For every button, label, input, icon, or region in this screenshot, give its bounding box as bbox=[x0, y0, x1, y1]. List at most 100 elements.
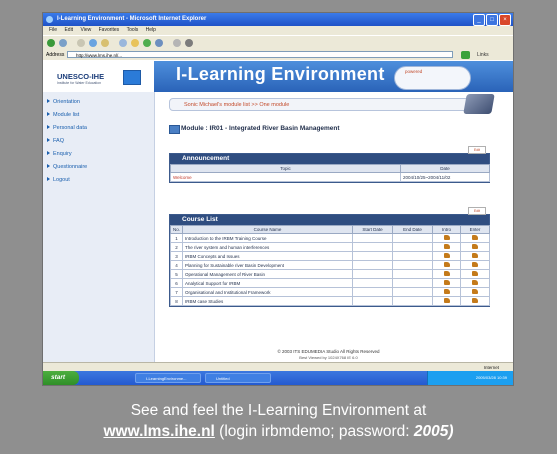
intro-button[interactable] bbox=[432, 296, 461, 306]
table-row[interactable]: Welcome 2004/10/25~2004/11/02 bbox=[170, 172, 490, 182]
enter-button[interactable] bbox=[460, 233, 490, 243]
sidebar-item-module-list[interactable]: Module list bbox=[47, 112, 79, 118]
print-icon[interactable] bbox=[185, 39, 193, 47]
breadcrumb[interactable]: Sonic Michael's module list >> One modul… bbox=[169, 98, 475, 111]
sidebar-item-orientation[interactable]: Orientation bbox=[47, 99, 80, 105]
favorites-icon[interactable] bbox=[131, 39, 139, 47]
window-titlebar[interactable]: I-Learning Environment - Microsoft Inter… bbox=[43, 13, 513, 26]
announcement-table: Topic Date Welcome 2004/10/25~2004/11/02 bbox=[170, 164, 490, 182]
course-name: The river system and human interferences bbox=[182, 242, 353, 252]
address-label: Address bbox=[46, 52, 65, 58]
course-name: Planning for Sustainable river Basin Dev… bbox=[182, 260, 353, 270]
caption-url-link[interactable]: www.lms.ihe.nl bbox=[103, 423, 214, 440]
intro-button[interactable] bbox=[432, 278, 461, 288]
arrow-icon bbox=[47, 151, 50, 155]
enter-button[interactable] bbox=[460, 296, 490, 306]
column-header-enter: Enter bbox=[460, 225, 490, 234]
footprint-icon bbox=[472, 253, 478, 258]
header-badge-text: powered bbox=[405, 69, 423, 74]
table-row: 7 Organisational and Institutional Frame… bbox=[170, 287, 490, 297]
announcement-topic[interactable]: Welcome bbox=[170, 172, 401, 182]
start-button[interactable]: start bbox=[43, 371, 79, 385]
sidebar-item-enquiry[interactable]: Enquiry bbox=[47, 151, 72, 157]
history-icon[interactable] bbox=[155, 39, 163, 47]
stop-icon[interactable] bbox=[77, 39, 85, 47]
intro-button[interactable] bbox=[432, 242, 461, 252]
enter-button[interactable] bbox=[460, 242, 490, 252]
course-number: 6 bbox=[170, 278, 183, 288]
menu-bar: File Edit View Favorites Tools Help bbox=[43, 26, 513, 35]
taskbar: start I-LearningEnvironme... Untitled 20… bbox=[43, 371, 513, 385]
menu-tools[interactable]: Tools bbox=[127, 27, 139, 33]
course-name: Analytical Support for IRBM bbox=[182, 278, 353, 288]
links-label[interactable]: Links bbox=[477, 50, 489, 60]
table-row: 6 Analytical Support for IRBM bbox=[170, 278, 490, 288]
enter-button[interactable] bbox=[460, 278, 490, 288]
intro-button[interactable] bbox=[432, 233, 461, 243]
announcement-heading: Announcement bbox=[170, 154, 489, 164]
table-row: 4 Planning for Sustainable river Basin D… bbox=[170, 260, 490, 270]
sidebar-item-faq[interactable]: FAQ bbox=[47, 138, 64, 144]
minimize-button[interactable]: _ bbox=[473, 14, 485, 26]
announcement-edit-button[interactable]: Edit bbox=[468, 146, 486, 154]
footprint-icon bbox=[472, 271, 478, 276]
footprint-icon bbox=[443, 262, 450, 267]
enter-button[interactable] bbox=[460, 260, 490, 270]
course-list-panel: Edit Course List No. Course Name Start D… bbox=[169, 207, 490, 307]
logo-icon bbox=[123, 70, 141, 85]
enter-button[interactable] bbox=[460, 287, 490, 297]
home-icon[interactable] bbox=[101, 39, 109, 47]
go-button[interactable] bbox=[461, 51, 470, 59]
menu-edit[interactable]: Edit bbox=[64, 27, 73, 33]
course-end-date bbox=[392, 296, 433, 306]
media-icon[interactable] bbox=[143, 39, 151, 47]
intro-button[interactable] bbox=[432, 260, 461, 270]
forward-icon[interactable] bbox=[59, 39, 67, 47]
course-end-date bbox=[392, 233, 433, 243]
enter-button[interactable] bbox=[460, 269, 490, 279]
menu-favorites[interactable]: Favorites bbox=[99, 27, 120, 33]
table-row: 5 Operational Management of River Basin bbox=[170, 269, 490, 279]
footprint-icon bbox=[443, 298, 450, 303]
search-icon[interactable] bbox=[119, 39, 127, 47]
table-row: 2 The river system and human interferenc… bbox=[170, 242, 490, 252]
enter-button[interactable] bbox=[460, 251, 490, 261]
sidebar-item-questionnaire[interactable]: Questionnaire bbox=[47, 164, 87, 170]
sidebar-item-personal-data[interactable]: Personal data bbox=[47, 125, 87, 131]
intro-button[interactable] bbox=[432, 269, 461, 279]
address-input[interactable]: http://www.lms.ihe.nl/... bbox=[67, 51, 453, 58]
sidebar-item-label: Module list bbox=[53, 112, 80, 118]
sidebar-item-label: Orientation bbox=[53, 99, 80, 105]
site-title: I-Learning Environment bbox=[176, 64, 385, 84]
close-button[interactable]: × bbox=[499, 14, 511, 26]
refresh-icon[interactable] bbox=[89, 39, 97, 47]
arrow-icon bbox=[47, 99, 50, 103]
caption-line-1: See and feel the I-Learning Environment … bbox=[130, 402, 427, 419]
menu-view[interactable]: View bbox=[80, 27, 91, 33]
course-number: 2 bbox=[170, 242, 183, 252]
course-name: IRBM case Studies bbox=[182, 296, 353, 306]
column-header-start-date: Start Date bbox=[352, 225, 393, 234]
footprint-icon bbox=[472, 244, 478, 249]
course-name: IRBM Concepts and Issues bbox=[182, 251, 353, 261]
taskbar-item-untitled[interactable]: Untitled bbox=[205, 373, 271, 383]
intro-button[interactable] bbox=[432, 287, 461, 297]
course-end-date bbox=[392, 278, 433, 288]
maximize-button[interactable]: □ bbox=[486, 14, 498, 26]
back-icon[interactable] bbox=[47, 39, 55, 47]
menu-help[interactable]: Help bbox=[146, 27, 156, 33]
header-decoration bbox=[463, 94, 495, 114]
menu-file[interactable]: File bbox=[49, 27, 57, 33]
mail-icon[interactable] bbox=[173, 39, 181, 47]
course-list-edit-button[interactable]: Edit bbox=[468, 207, 486, 215]
caption-password: 2005) bbox=[413, 423, 454, 440]
taskbar-item-browser[interactable]: I-LearningEnvironme... bbox=[135, 373, 201, 383]
sidebar-item-logout[interactable]: Logout bbox=[47, 177, 70, 183]
footprint-icon bbox=[472, 235, 478, 240]
course-start-date bbox=[352, 296, 393, 306]
course-number: 5 bbox=[170, 269, 183, 279]
intro-button[interactable] bbox=[432, 251, 461, 261]
column-header-no: No. bbox=[170, 225, 183, 234]
best-viewed-text: Best Viewed by 1024X768 IE 6.0 bbox=[299, 355, 358, 360]
course-name: Introduction to the IRBM Training Course bbox=[182, 233, 353, 243]
